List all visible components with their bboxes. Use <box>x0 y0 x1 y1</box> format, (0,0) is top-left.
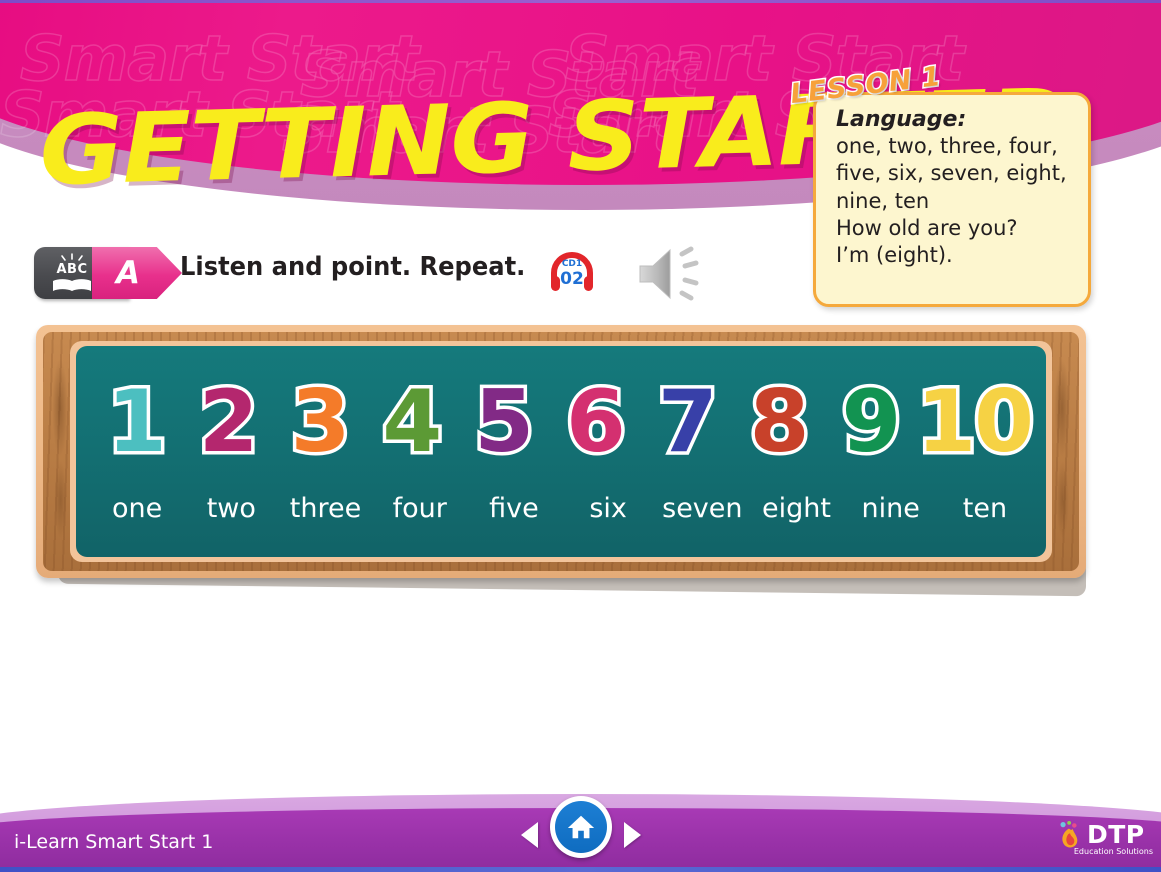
number-word: one <box>111 492 163 524</box>
navigation-controls <box>516 794 646 864</box>
numeral: 5 <box>471 372 538 472</box>
footer-bottom-accent-line <box>0 867 1161 872</box>
numeral: 10 <box>913 372 1038 472</box>
number-board: 1 2 3 4 5 6 7 8 9 10 one two three four … <box>36 325 1086 578</box>
word-cell[interactable]: three <box>278 493 372 524</box>
home-button-disc <box>554 801 607 853</box>
previous-page-arrow-icon[interactable] <box>520 822 538 848</box>
number-word: two <box>206 492 256 524</box>
numeral-cell[interactable]: 10 <box>913 376 1038 469</box>
word-cell[interactable]: five <box>467 493 561 524</box>
instruction-text: Listen and point. Repeat. <box>180 252 526 282</box>
lesson-slide: Smart Start Smart Start Smart Start Smar… <box>0 0 1161 872</box>
word-cell[interactable]: six <box>561 493 655 524</box>
numeral: 2 <box>195 372 262 472</box>
language-line: one, two, three, four, <box>836 134 1058 158</box>
cd-disc-label: CD1 <box>561 259 583 269</box>
numeral: 7 <box>654 372 721 472</box>
language-line: nine, ten <box>836 188 930 213</box>
footer-book-title: i-Learn Smart Start 1 <box>14 831 214 853</box>
dtp-flame-icon <box>1060 820 1078 848</box>
language-line: How old are you? <box>836 215 1018 240</box>
number-word: eight <box>762 492 831 524</box>
word-cell[interactable]: one <box>90 493 184 524</box>
section-letter-badge[interactable]: A <box>92 247 182 299</box>
cd-track-label: 02 <box>560 269 584 289</box>
numeral: 3 <box>287 372 354 472</box>
numeral-cell[interactable]: 4 <box>365 376 457 469</box>
number-word: nine <box>861 492 920 524</box>
number-word: six <box>589 492 627 524</box>
numeral: 1 <box>103 372 170 472</box>
dtp-logo-tagline: Education Solutions <box>1073 847 1153 856</box>
word-cell[interactable]: ten <box>938 493 1032 524</box>
language-line: I’m (eight). <box>836 243 953 268</box>
numeral-cell[interactable]: 8 <box>733 376 825 469</box>
numeral-row: 1 2 3 4 5 6 7 8 9 10 <box>76 376 1046 476</box>
number-word: ten <box>962 492 1008 524</box>
next-page-arrow-icon[interactable] <box>623 822 641 848</box>
language-box-title: Language: <box>836 107 967 132</box>
numeral: 9 <box>838 372 905 472</box>
number-word: three <box>289 492 362 524</box>
home-button[interactable] <box>549 796 612 858</box>
footer-bar: i-Learn Smart Start 1 DTP Education Solu… <box>0 782 1161 872</box>
language-line: five, six, seven, eight, <box>836 161 1067 186</box>
abc-label: ABC <box>56 262 88 277</box>
numeral-cell[interactable]: 7 <box>641 376 733 469</box>
number-word: four <box>392 492 447 524</box>
numeral-cell[interactable]: 6 <box>549 376 641 469</box>
abc-icon-inner: ABC <box>44 253 100 293</box>
word-cell[interactable]: eight <box>749 493 843 524</box>
open-book-icon <box>53 279 91 291</box>
numeral-cell[interactable]: 1 <box>90 376 182 469</box>
numeral-cell[interactable]: 2 <box>182 376 274 469</box>
numeral: 8 <box>746 372 813 472</box>
language-box: Language: one, two, three, four, five, s… <box>813 92 1091 307</box>
word-cell[interactable]: nine <box>844 493 938 524</box>
speaker-shape <box>639 246 699 301</box>
header-top-accent-line <box>0 0 1161 3</box>
number-word: seven <box>662 492 743 524</box>
headphones-cd-icon: CD1 02 <box>550 252 594 294</box>
word-row: one two three four five six seven eight … <box>76 488 1046 528</box>
word-cell[interactable]: seven <box>655 493 749 524</box>
section-letter: A <box>116 255 140 291</box>
number-word: five <box>489 492 539 524</box>
home-icon <box>567 815 594 839</box>
dtp-logo-name: DTP <box>1087 820 1145 849</box>
board-face: 1 2 3 4 5 6 7 8 9 10 one two three four … <box>76 346 1046 557</box>
numeral-cell[interactable]: 3 <box>274 376 366 469</box>
instruction-row: ABC A Listen and point. Repeat. CD1 02 <box>34 244 734 306</box>
numeral: 6 <box>563 372 630 472</box>
speaker-icon[interactable] <box>634 242 714 306</box>
numeral: 4 <box>379 372 446 472</box>
word-cell[interactable]: four <box>373 493 467 524</box>
dtp-logo: DTP Education Solutions <box>1057 818 1153 860</box>
numeral-cell[interactable]: 5 <box>457 376 549 469</box>
numeral-cell[interactable]: 9 <box>825 376 917 469</box>
word-cell[interactable]: two <box>184 493 278 524</box>
